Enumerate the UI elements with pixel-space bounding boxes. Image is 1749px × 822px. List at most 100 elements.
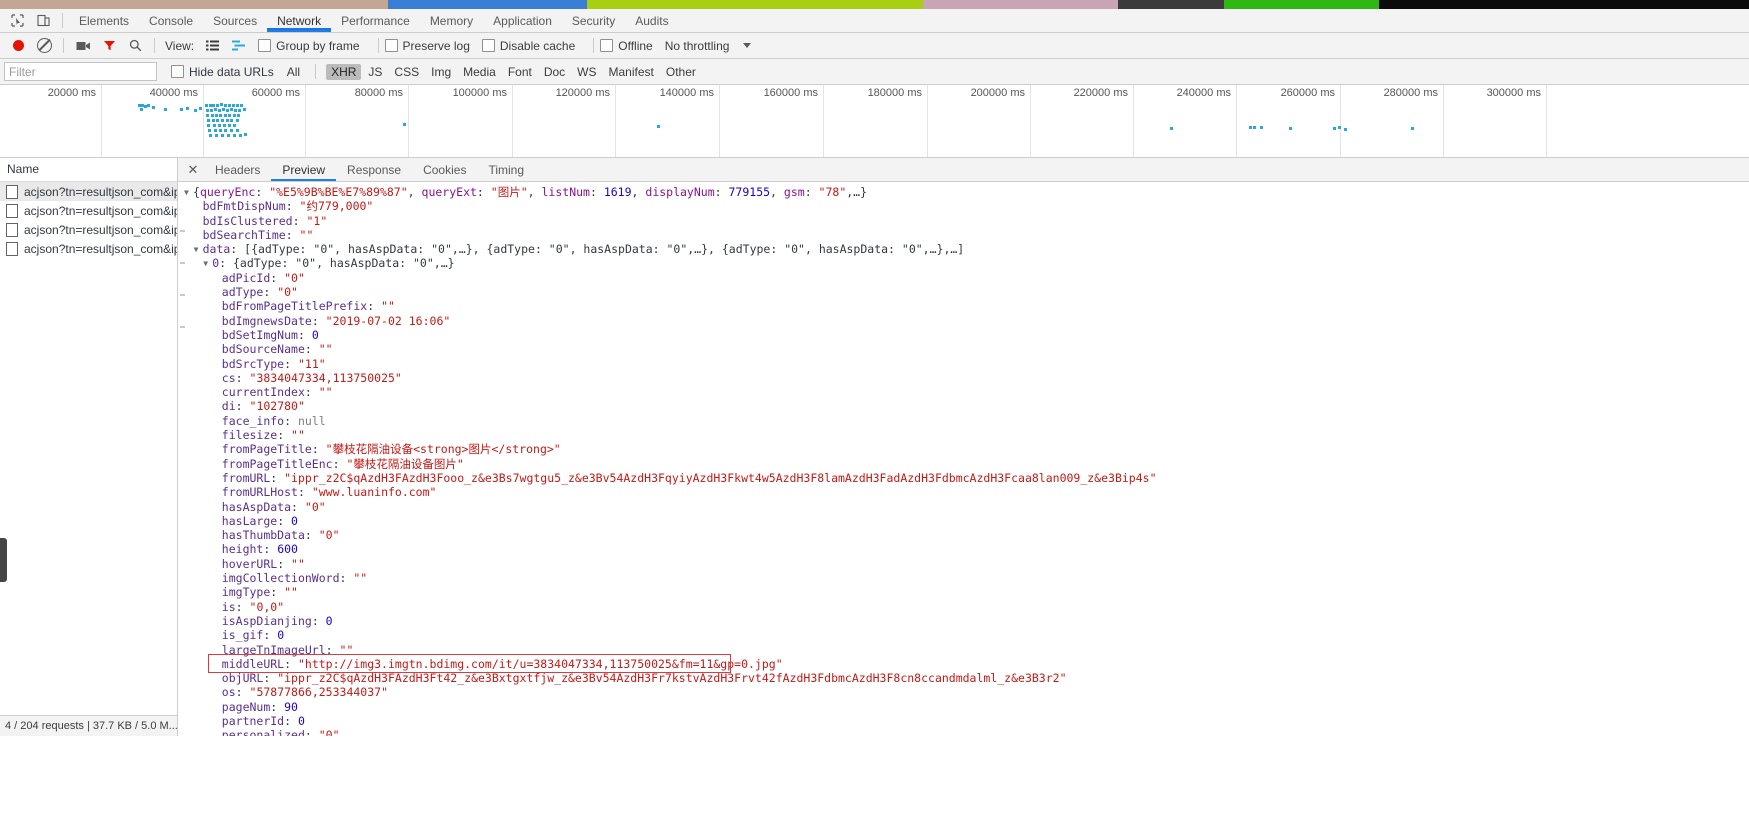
json-row[interactable]: adType: "0" (178, 285, 1749, 299)
filter-type-doc[interactable]: Doc (539, 64, 570, 80)
json-row[interactable]: di: "102780" (178, 399, 1749, 413)
json-row[interactable]: hasThumbData: "0" (178, 528, 1749, 542)
tab-security[interactable]: Security (562, 10, 625, 32)
json-row[interactable]: ▼ 0: {adType: "0", hasAspData: "0",…} (178, 256, 1749, 270)
tab-audits[interactable]: Audits (625, 10, 678, 32)
json-root-row[interactable]: ▼ {queryEnc: "%E5%9B%BE%E7%89%87", queryE… (178, 185, 1749, 199)
json-row[interactable]: ▼ data: [{adType: "0", hasAspData: "0",…}… (178, 242, 1749, 256)
json-row[interactable]: pageNum: 90 (178, 700, 1749, 714)
filter-type-media[interactable]: Media (458, 64, 501, 80)
filter-type-img[interactable]: Img (426, 64, 456, 80)
tab-performance[interactable]: Performance (331, 10, 420, 32)
json-row[interactable]: hoverURL: "" (178, 557, 1749, 571)
tab-network[interactable]: Network (267, 10, 332, 32)
json-row[interactable]: fromURL: "ippr_z2C$qAzdH3FAzdH3Fooo_z&e3… (178, 471, 1749, 485)
checkbox-box (600, 39, 614, 52)
json-row[interactable]: filesize: "" (178, 428, 1749, 442)
group-by-frame-checkbox[interactable]: Group by frame (258, 39, 360, 53)
view-waterfall-icon[interactable] (225, 34, 251, 58)
json-row[interactable]: fromPageTitle: "攀枝花隔油设备<strong>图片</stron… (178, 442, 1749, 456)
json-row[interactable]: bdFmtDispNum: "约779,000" (178, 199, 1749, 213)
json-token: : (235, 685, 250, 700)
detail-tab-preview[interactable]: Preview (271, 159, 337, 181)
throttling-select[interactable]: No throttling (665, 39, 752, 53)
request-row[interactable]: acjson?tn=resultjson_com&ip... (0, 220, 177, 239)
filter-type-ws[interactable]: WS (572, 64, 601, 80)
tab-memory[interactable]: Memory (420, 10, 483, 32)
filter-type-other[interactable]: Other (661, 64, 701, 80)
preview-json-tree[interactable]: ▼ {queryEnc: "%E5%9B%BE%E7%89%87", queryE… (178, 182, 1749, 736)
disclosure-triangle-icon[interactable]: ▼ (203, 257, 212, 271)
json-row[interactable]: bdSearchTime: "" (178, 228, 1749, 242)
tab-elements[interactable]: Elements (69, 10, 139, 32)
json-row[interactable]: partnerId: 0 (178, 714, 1749, 728)
close-icon[interactable]: ✕ (182, 159, 204, 181)
inspect-cursor-icon[interactable] (4, 10, 30, 32)
overview-request-marker (208, 129, 211, 132)
json-row[interactable]: fromPageTitleEnc: "攀枝花隔油设备图片" (178, 457, 1749, 471)
tab-application[interactable]: Application (483, 10, 562, 32)
json-row[interactable]: objURL: "ippr_z2C$qAzdH3FAzdH3Ft42_z&e3B… (178, 671, 1749, 685)
json-row[interactable]: currentIndex: "" (178, 385, 1749, 399)
json-row[interactable]: adPicId: "0" (178, 271, 1749, 285)
filter-type-js[interactable]: JS (363, 64, 387, 80)
filter-type-xhr[interactable]: XHR (326, 63, 362, 80)
json-row[interactable]: bdFromPageTitlePrefix: "" (178, 299, 1749, 313)
json-row[interactable]: bdSourceName: "" (178, 342, 1749, 356)
json-row[interactable]: bdIsClustered: "1" (178, 214, 1749, 228)
record-button[interactable] (5, 34, 31, 58)
json-row[interactable]: bdSrcType: "11" (178, 357, 1749, 371)
json-row[interactable]: is: "0,0" (178, 600, 1749, 614)
request-row[interactable]: acjson?tn=resultjson_com&ip... (0, 201, 177, 220)
detail-tab-response[interactable]: Response (336, 159, 412, 181)
json-row[interactable]: is_gif: 0 (178, 628, 1749, 642)
sidebar-drag-handle[interactable] (0, 538, 7, 582)
overview-tick-label: 20000 ms (47, 87, 96, 99)
json-row[interactable]: face_info: null (178, 414, 1749, 428)
detail-tab-headers[interactable]: Headers (204, 159, 271, 181)
json-row[interactable]: cs: "3834047334,113750025" (178, 371, 1749, 385)
disclosure-triangle-icon[interactable]: ▼ (184, 186, 193, 200)
tab-console[interactable]: Console (139, 10, 203, 32)
json-row[interactable]: fromURLHost: "www.luaninfo.com" (178, 485, 1749, 499)
overview-request-marker (240, 104, 243, 107)
filter-funnel-icon[interactable] (96, 34, 122, 58)
json-row[interactable]: bdSetImgNum: 0 (178, 328, 1749, 342)
json-row[interactable]: isAspDianjing: 0 (178, 614, 1749, 628)
json-row[interactable]: imgCollectionWord: "" (178, 571, 1749, 585)
clear-button[interactable] (31, 34, 57, 58)
device-toolbar-icon[interactable] (30, 10, 56, 32)
tab-sources[interactable]: Sources (203, 10, 267, 32)
hide-data-urls-checkbox[interactable]: Hide data URLs (171, 65, 274, 79)
detail-tab-cookies[interactable]: Cookies (412, 159, 477, 181)
filter-input[interactable] (4, 62, 157, 81)
network-overview-timeline[interactable]: 20000 ms 40000 ms 60000 ms 80000 ms 100000 m… (0, 85, 1749, 158)
detail-tabbar: ✕ Headers Preview Response Cookies Timing (178, 158, 1749, 182)
json-row[interactable]: imgType: "" (178, 585, 1749, 599)
overview-request-marker (233, 134, 236, 137)
detail-tab-timing[interactable]: Timing (477, 159, 535, 181)
json-row[interactable]: hasLarge: 0 (178, 514, 1749, 528)
filter-type-manifest[interactable]: Manifest (604, 64, 659, 80)
screenshot-camera-icon[interactable] (70, 34, 96, 58)
filter-type-css[interactable]: CSS (389, 64, 424, 80)
disclosure-triangle-icon[interactable]: ▼ (194, 243, 203, 257)
json-row[interactable]: personalized: "0" (178, 728, 1749, 736)
filter-type-font[interactable]: Font (503, 64, 537, 80)
json-row[interactable]: os: "57877866,253344037" (178, 685, 1749, 699)
search-icon[interactable] (122, 34, 148, 58)
filter-type-all[interactable]: All (282, 64, 305, 80)
column-header-name[interactable]: Name (0, 158, 177, 182)
overview-gridline (305, 85, 306, 157)
request-row[interactable]: acjson?tn=resultjson_com&ip... (0, 182, 177, 201)
json-row[interactable]: bdImgnewsDate: "2019-07-02 16:06" (178, 314, 1749, 328)
offline-checkbox[interactable]: Offline (600, 39, 653, 53)
preserve-log-checkbox[interactable]: Preserve log (384, 39, 470, 53)
request-row[interactable]: acjson?tn=resultjson_com&ip... (0, 239, 177, 258)
json-row[interactable]: largeTnImageUrl: "" (178, 643, 1749, 657)
json-row[interactable]: middleURL: "http://img3.imgtn.bdimg.com/… (178, 657, 1749, 671)
json-row[interactable]: height: 600 (178, 542, 1749, 556)
json-row[interactable]: hasAspData: "0" (178, 500, 1749, 514)
disable-cache-checkbox[interactable]: Disable cache (481, 39, 575, 53)
view-list-icon[interactable] (199, 34, 225, 58)
